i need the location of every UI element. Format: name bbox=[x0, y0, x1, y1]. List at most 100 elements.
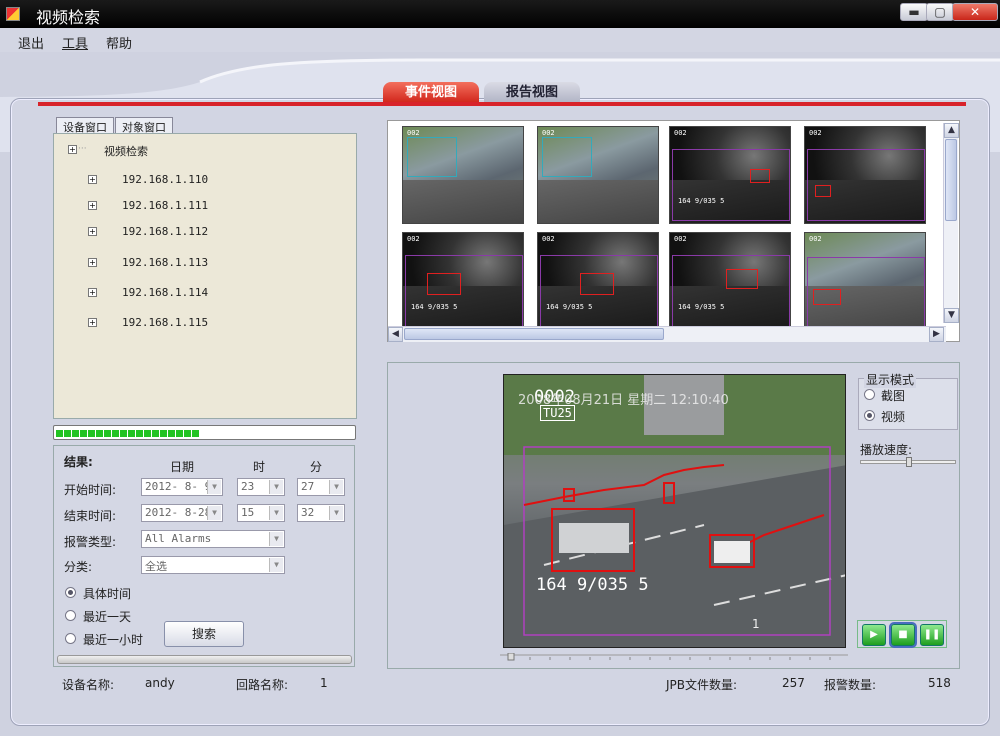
tree-root[interactable]: 视频检索 bbox=[104, 143, 148, 159]
tab-device-window[interactable]: 设备窗口 bbox=[56, 117, 114, 134]
chevron-down-icon[interactable]: ▼ bbox=[329, 480, 343, 494]
progress-segment bbox=[128, 430, 135, 437]
speed-slider[interactable] bbox=[860, 457, 956, 467]
pause-button[interactable]: ❚❚ bbox=[920, 624, 944, 646]
thumbnail-4[interactable]: 002 bbox=[804, 126, 926, 224]
expand-icon[interactable]: + bbox=[88, 318, 97, 327]
tree-connector: ··· bbox=[78, 144, 87, 154]
radio-video[interactable] bbox=[864, 410, 875, 421]
progress-segment bbox=[104, 430, 111, 437]
close-button[interactable]: ✕ bbox=[952, 3, 998, 21]
alarm-type-label: 报警类型: bbox=[64, 535, 117, 549]
tree-item[interactable]: 192.168.1.113 bbox=[122, 256, 208, 269]
end-minute-select[interactable]: 32 ▼ bbox=[297, 504, 345, 522]
thumbnail-label: 002 bbox=[542, 235, 555, 243]
menu-exit[interactable]: 退出 bbox=[18, 33, 44, 52]
chevron-down-icon[interactable]: ▼ bbox=[207, 506, 221, 520]
scroll-up-icon[interactable]: ▲ bbox=[944, 123, 959, 138]
scroll-down-icon[interactable]: ▼ bbox=[944, 308, 959, 323]
tab-report-view[interactable]: 报告视图 bbox=[484, 82, 580, 104]
chevron-down-icon[interactable]: ▼ bbox=[207, 480, 221, 494]
progress-segment bbox=[120, 430, 127, 437]
radio-snapshot[interactable] bbox=[864, 389, 875, 400]
start-minute-select[interactable]: 27 ▼ bbox=[297, 478, 345, 496]
tree-item[interactable]: 192.168.1.114 bbox=[122, 286, 208, 299]
end-hour-value: 15 bbox=[241, 506, 255, 519]
menu-help[interactable]: 帮助 bbox=[106, 33, 132, 52]
radio-last-day-label: 最近一天 bbox=[83, 610, 132, 624]
thumbnail-1[interactable]: 002 bbox=[402, 126, 524, 224]
start-hour-select[interactable]: 23 ▼ bbox=[237, 478, 285, 496]
search-progress-bar bbox=[53, 425, 356, 440]
scroll-left-icon[interactable]: ◀ bbox=[388, 327, 403, 342]
play-button[interactable]: ▶ bbox=[862, 624, 886, 646]
device-name-label: 设备名称: bbox=[62, 678, 115, 692]
thumbnail-7[interactable]: 002 164 9/035 5 bbox=[669, 232, 791, 330]
category-label: 分类: bbox=[64, 560, 93, 574]
expand-icon[interactable]: + bbox=[88, 201, 97, 210]
minute-column-label: 分 bbox=[310, 460, 323, 474]
minimize-button[interactable]: ▬ bbox=[900, 3, 928, 21]
tree-item[interactable]: 192.168.1.110 bbox=[122, 173, 208, 186]
expand-icon[interactable]: + bbox=[88, 175, 97, 184]
thumbnail-label: 002 bbox=[407, 129, 420, 137]
video-seek-slider[interactable] bbox=[500, 653, 848, 661]
radio-specific-time[interactable] bbox=[65, 587, 76, 598]
video-corner-label: 1 bbox=[752, 617, 760, 631]
chevron-down-icon[interactable]: ▼ bbox=[269, 532, 283, 546]
start-date-picker[interactable]: 2012- 8- 9 ▼ bbox=[141, 478, 223, 496]
thumbnail-overlay: 164 9/035 5 bbox=[546, 303, 593, 311]
thumbnail-overlay: 164 9/035 5 bbox=[678, 303, 725, 311]
chevron-down-icon[interactable]: ▼ bbox=[269, 480, 283, 494]
progress-segment bbox=[112, 430, 119, 437]
chevron-down-icon[interactable]: ▼ bbox=[269, 506, 283, 520]
horizontal-scrollbar[interactable] bbox=[57, 655, 352, 664]
expand-icon[interactable]: + bbox=[68, 145, 77, 154]
thumbnail-3[interactable]: 002 164 9/035 5 bbox=[669, 126, 791, 224]
tree-item[interactable]: 192.168.1.111 bbox=[122, 199, 208, 212]
menu-tools[interactable]: 工具 bbox=[62, 33, 88, 52]
thumbnail-overlay: 164 9/035 5 bbox=[678, 197, 725, 205]
speed-slider-thumb[interactable] bbox=[906, 457, 912, 467]
radio-last-hour[interactable] bbox=[65, 633, 76, 644]
progress-segment bbox=[176, 430, 183, 437]
expand-icon[interactable]: + bbox=[88, 288, 97, 297]
scroll-right-icon[interactable]: ▶ bbox=[929, 327, 944, 342]
progress-segment bbox=[144, 430, 151, 437]
alarm-type-value: All Alarms bbox=[145, 532, 212, 545]
device-name-value: andy bbox=[145, 676, 175, 690]
tab-object-window[interactable]: 对象窗口 bbox=[115, 117, 173, 134]
end-time-label: 结束时间: bbox=[64, 509, 117, 523]
scroll-thumb[interactable] bbox=[945, 139, 957, 221]
thumbnail-8[interactable]: 002 bbox=[804, 232, 926, 330]
title-bar: 视频检索 ▬ ▢ ✕ bbox=[0, 0, 1000, 28]
thumbnail-2[interactable]: 002 bbox=[537, 126, 659, 224]
thumbnail-overlay: 164 9/035 5 bbox=[411, 303, 458, 311]
thumbnail-horizontal-scrollbar[interactable]: ◀ ▶ bbox=[388, 326, 946, 342]
video-player[interactable]: 0002 2008年08月21日 星期二 12:10:40 TU25 164 9… bbox=[503, 374, 846, 648]
scroll-thumb[interactable] bbox=[404, 328, 664, 340]
tab-event-view[interactable]: 事件视图 bbox=[383, 82, 479, 104]
search-button[interactable]: 搜索 bbox=[164, 621, 244, 647]
app-icon bbox=[6, 7, 20, 21]
tree-item[interactable]: 192.168.1.115 bbox=[122, 316, 208, 329]
stop-button[interactable]: ■ bbox=[891, 624, 915, 646]
expand-icon[interactable]: + bbox=[88, 227, 97, 236]
thumbnail-6[interactable]: 002 164 9/035 5 bbox=[537, 232, 659, 330]
expand-icon[interactable]: + bbox=[88, 258, 97, 267]
radio-last-hour-label: 最近一小时 bbox=[83, 633, 144, 647]
thumbnail-5[interactable]: 002 164 9/035 5 bbox=[402, 232, 524, 330]
end-date-picker[interactable]: 2012- 8-28 ▼ bbox=[141, 504, 223, 522]
thumbnail-vertical-scrollbar[interactable]: ▲ ▼ bbox=[943, 123, 959, 323]
radio-last-day[interactable] bbox=[65, 610, 76, 621]
tree-item[interactable]: 192.168.1.112 bbox=[122, 225, 208, 238]
radio-snapshot-label: 截图 bbox=[881, 389, 906, 403]
maximize-button[interactable]: ▢ bbox=[926, 3, 954, 21]
alarm-type-select[interactable]: All Alarms ▼ bbox=[141, 530, 285, 548]
end-hour-select[interactable]: 15 ▼ bbox=[237, 504, 285, 522]
progress-segment bbox=[72, 430, 79, 437]
chevron-down-icon[interactable]: ▼ bbox=[269, 558, 283, 572]
chevron-down-icon[interactable]: ▼ bbox=[329, 506, 343, 520]
category-select[interactable]: 全选 ▼ bbox=[141, 556, 285, 574]
window-title: 视频检索 bbox=[36, 8, 101, 27]
